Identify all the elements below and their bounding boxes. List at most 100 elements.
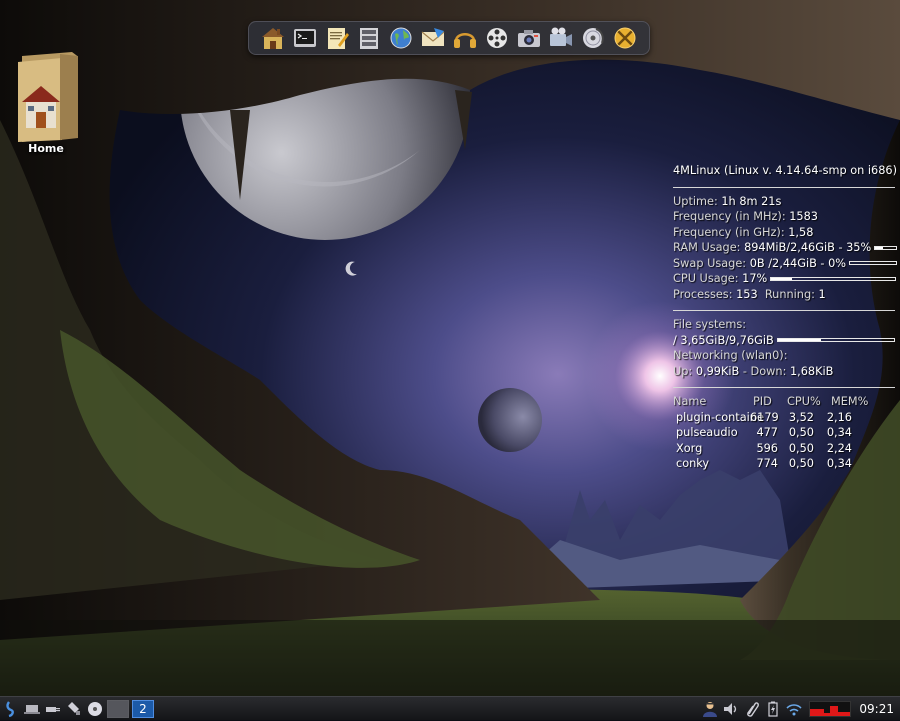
mail-icon[interactable] [420,25,446,51]
workspace-1-button[interactable] [107,699,129,718]
freq-mhz-value: 1583 [789,210,818,223]
proc-cpu: 3,52 [788,410,814,424]
proc-pid: 477 [756,426,778,439]
text-editor-icon[interactable] [324,25,350,51]
uptime-label: Uptime: [673,194,718,208]
disc-icon[interactable] [86,700,104,718]
net-row: Up: 0,99KiB - Down: 1,68KiB [673,364,897,380]
table-row: plugin-containe 6179 3,52 2,16 [676,410,897,426]
user-icon[interactable] [701,700,719,718]
wifi-icon[interactable] [785,700,803,718]
cpu-usage-bar-fill [771,277,793,280]
workspace-2-button[interactable]: 2 [132,699,154,718]
taskbar: 2 09:21 [0,696,900,720]
divider [673,186,895,188]
fs-label: File systems: [673,318,747,331]
freq-ghz-label: Frequency (in GHz): [673,225,785,239]
processes-value: 153 [736,287,758,301]
swap-label: Swap Usage: [673,256,747,270]
proc-mem: 2,16 [826,410,852,424]
fs-row: / 3,65GiB/9,76GiB [673,333,897,349]
divider [673,387,895,388]
desktop-icon-label: Home [28,142,64,155]
network-graph-peak [830,705,839,716]
proc-pid: 774 [756,457,778,470]
swap-row: Swap Usage: 0B /2,44GiB - 0% [673,256,898,272]
process-table-header: Name PID CPU% MEM% [673,394,897,410]
conky-system-monitor: 4MLinux (Linux v. 4.14.64-smp on i686) U… [673,163,898,472]
file-manager-icon[interactable] [356,25,382,51]
proc-pid: 596 [756,441,778,455]
ram-usage-bar [874,245,897,250]
proc-name: pulseaudio [676,426,738,439]
fs-usage-bar-fill [777,339,821,342]
system-tray: 09:21 [698,697,900,721]
home-icon[interactable] [260,25,286,51]
table-row: Xorg 596 0,50 2,24 [676,441,897,457]
usb-icon[interactable] [65,700,83,718]
ram-usage-bar-fill [875,246,883,249]
process-table: plugin-containe 6179 3,52 2,16 pulseaudi… [673,410,897,472]
proc-cpu: 0,50 [788,441,814,455]
uptime-row: Uptime: 1h 8m 21s [673,194,897,210]
menu-icon[interactable] [2,700,20,718]
processes-row: Processes: 153 Running: 1 [673,287,897,303]
paperclip-icon[interactable] [743,700,761,718]
up-value: 0,99KiB [695,364,740,378]
proc-mem: 0,34 [826,426,852,439]
cpu-label: CPU Usage: [673,272,739,285]
ram-value: 894MiB/2,46GiB - 35% [744,241,872,254]
processes-label: Processes: [673,287,733,301]
terminal-icon[interactable] [292,25,318,51]
running-value: 1 [818,287,826,301]
taskbar-launchers: 2 [0,697,157,721]
up-label: Up: [673,364,693,378]
cpu-usage-bar [770,276,897,281]
col-pid: PID [753,395,772,408]
network-graph-peak [838,711,851,716]
camera-icon[interactable] [516,25,542,51]
table-row: pulseaudio 477 0,50 0,34 [676,425,897,441]
table-row: conky 774 0,50 0,34 [676,456,897,472]
plug-icon[interactable] [44,700,62,718]
down-value: 1,68KiB [789,364,834,378]
video-camera-icon[interactable] [548,25,574,51]
fs-value: / 3,65GiB/9,76GiB [673,333,774,347]
swap-usage-bar [849,261,898,266]
ram-row: RAM Usage: 894MiB/2,46GiB - 35% [673,240,897,256]
proc-mem: 0,34 [826,457,852,470]
proc-name: plugin-containe [676,410,764,424]
battery-icon[interactable] [764,700,782,718]
laptop-icon[interactable] [23,700,41,718]
divider [673,310,895,311]
clock[interactable]: 09:21 [851,702,900,716]
volume-icon[interactable] [722,700,740,718]
proc-name: Xorg [676,441,703,455]
settings-tools-icon[interactable] [612,25,638,51]
col-mem: MEM% [831,395,869,408]
headphones-icon[interactable] [452,25,478,51]
freq-mhz-label: Frequency (in MHz): [673,210,786,223]
swap-value: 0B /2,44GiB - 0% [749,256,847,270]
freq-mhz-row: Frequency (in MHz): 1583 [673,209,897,225]
conky-header: 4MLinux (Linux v. 4.14.64-smp on i686) [673,164,898,177]
col-name: Name [673,395,707,408]
proc-cpu: 0,50 [788,457,814,470]
freq-ghz-value: 1,58 [788,225,814,239]
proc-mem: 2,24 [826,441,852,455]
network-graph-peak [810,708,825,716]
down-label: - Down: [742,364,787,378]
desktop-icon-home[interactable]: Home [14,52,78,155]
ram-label: RAM Usage: [673,241,741,254]
fs-usage-bar [776,338,895,343]
col-cpu: CPU% [787,395,821,408]
running-label: Running: [764,287,815,301]
film-reel-icon[interactable] [484,25,510,51]
proc-cpu: 0,50 [788,426,814,439]
disc-burner-icon[interactable] [580,25,606,51]
proc-pid: 6179 [750,410,779,424]
freq-ghz-row: Frequency (in GHz): 1,58 [673,225,897,241]
application-dock [248,21,650,55]
proc-name: conky [676,457,710,470]
web-browser-icon[interactable] [388,25,414,51]
